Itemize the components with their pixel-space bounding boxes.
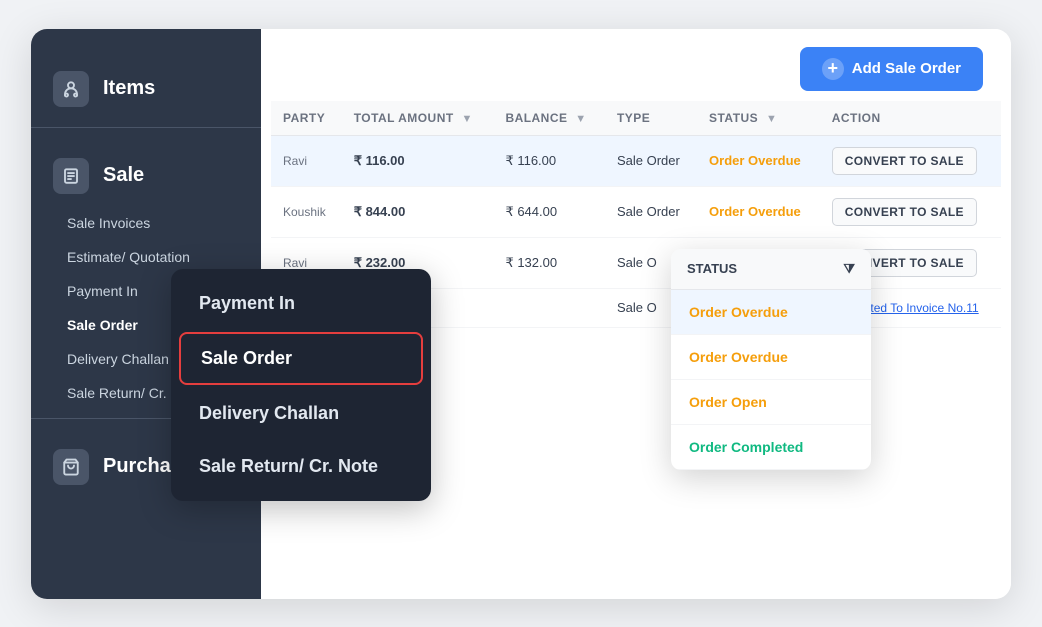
convert-to-sale-button-2[interactable]: CONVERT TO SALE — [832, 198, 977, 226]
dropdown-item-payment-in[interactable]: Payment In — [171, 277, 431, 330]
sidebar-item-items[interactable]: Items — [31, 59, 261, 119]
status-filter-header: STATUS ⧩ — [671, 249, 871, 290]
sidebar-sale-label: Sale — [103, 164, 144, 187]
sidebar-section-items: Items — [31, 49, 261, 119]
status-filter-option-completed[interactable]: Order Completed — [671, 425, 871, 470]
divider-1 — [31, 127, 261, 128]
app-container: Items Sale Sale Invoices Estimate/ Quota… — [31, 29, 1011, 599]
status-filter-funnel-icon[interactable]: ⧩ — [843, 261, 855, 277]
col-type: TYPE — [605, 101, 697, 136]
col-status: STATUS ▼ — [697, 101, 820, 136]
table-header-row: PARTY TOTAL AMOUNT ▼ BALANCE ▼ TYPE — [271, 101, 1001, 136]
total-amount-filter-icon[interactable]: ▼ — [462, 113, 473, 125]
col-balance: BALANCE ▼ — [493, 101, 605, 136]
balance-cell: ₹ 116.00 — [493, 135, 605, 186]
col-action: ACTION — [820, 101, 1001, 136]
sale-icon — [53, 158, 89, 194]
status-filter-dropdown: STATUS ⧩ Order Overdue Order Overdue Ord… — [671, 249, 871, 470]
add-sale-order-button[interactable]: + Add Sale Order — [800, 47, 983, 91]
balance-cell: ₹ 644.00 — [493, 186, 605, 237]
status-cell: Order Overdue — [697, 135, 820, 186]
plus-icon: + — [822, 58, 844, 80]
balance-filter-icon[interactable]: ▼ — [575, 113, 586, 125]
sidebar-item-sale[interactable]: Sale — [31, 146, 261, 206]
status-filter-title: STATUS — [687, 261, 737, 276]
col-total-amount: TOTAL AMOUNT ▼ — [342, 101, 494, 136]
purchase-icon — [53, 449, 89, 485]
balance-cell — [493, 288, 605, 327]
convert-to-sale-button-1[interactable]: CONVERT TO SALE — [832, 147, 977, 175]
nav-dropdown-menu: Payment In Sale Order Delivery Challan S… — [171, 269, 431, 501]
sidebar-items-label: Items — [103, 77, 155, 100]
type-cell: Sale Order — [605, 135, 697, 186]
status-filter-option-overdue-2[interactable]: Order Overdue — [671, 335, 871, 380]
status-filter-option-open[interactable]: Order Open — [671, 380, 871, 425]
total-amount-cell: ₹ 116.00 — [342, 135, 494, 186]
type-cell: Sale Order — [605, 186, 697, 237]
add-button-label: Add Sale Order — [852, 60, 961, 77]
total-amount-cell: ₹ 844.00 — [342, 186, 494, 237]
dropdown-item-delivery-challan[interactable]: Delivery Challan — [171, 387, 431, 440]
items-icon — [53, 71, 89, 107]
party-cell: Ravi — [271, 135, 342, 186]
status-filter-icon[interactable]: ▼ — [766, 113, 777, 125]
dropdown-item-sale-order[interactable]: Sale Order — [179, 332, 423, 385]
party-cell: Koushik — [271, 186, 342, 237]
main-header: + Add Sale Order — [261, 29, 1011, 101]
sidebar-item-sale-invoices[interactable]: Sale Invoices — [31, 206, 261, 240]
col-party: PARTY — [271, 101, 342, 136]
dropdown-item-sale-return-cr-note[interactable]: Sale Return/ Cr. Note — [171, 440, 431, 493]
balance-cell: ₹ 132.00 — [493, 237, 605, 288]
status-filter-option-overdue-1[interactable]: Order Overdue — [671, 290, 871, 335]
status-cell: Order Overdue — [697, 186, 820, 237]
table-row: Ravi ₹ 116.00 ₹ 116.00 Sale Order Order — [271, 135, 1001, 186]
table-row: Koushik ₹ 844.00 ₹ 644.00 Sale Order Ord — [271, 186, 1001, 237]
action-cell: CONVERT TO SALE — [820, 135, 1001, 186]
action-cell: CONVERT TO SALE — [820, 186, 1001, 237]
